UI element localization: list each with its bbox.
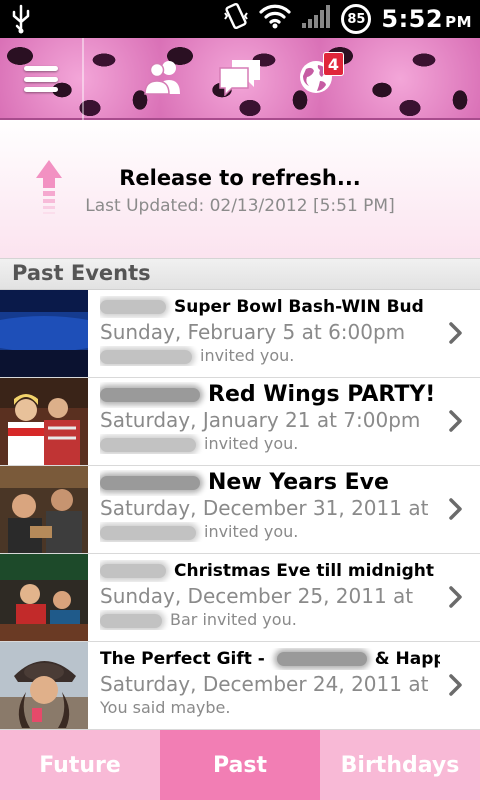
clock-time: 5:52 [381,5,444,33]
event-status-text: Bar invited you. [170,610,297,629]
tab-future[interactable]: Future [0,730,160,800]
chevron-right-icon [446,496,466,522]
battery-indicator: 85 [341,4,372,34]
messages-icon [218,58,262,100]
event-title: New Years Eve [100,470,440,496]
tab-birthdays[interactable]: Birthdays [320,730,480,800]
event-date: Sunday, December 25, 2011 at [100,584,414,608]
event-thumbnail [0,466,88,553]
event-date: Saturday, December 24, 2011 at [100,672,429,696]
pull-to-refresh-header: Release to refresh... Last Updated: 02/1… [0,120,480,258]
event-status: invited you. [100,434,440,454]
notifications-badge: 4 [322,52,344,76]
section-header: Past Events [0,258,480,290]
event-date: Saturday, January 21 at 7:00pm [100,408,421,432]
chevron-right-icon [446,672,466,698]
event-status: You said maybe. [100,698,231,717]
wifi-icon [259,3,291,36]
list-item[interactable]: Christmas Eve till midnight - Sunday, De… [0,554,480,642]
event-title-text: New Years Eve [208,470,389,495]
chevron-right-icon [446,408,466,434]
event-status-text: invited you. [204,522,299,541]
event-status: Bar invited you. [100,610,440,630]
tab-past[interactable]: Past [160,730,320,800]
chevron-right-icon [446,584,466,610]
event-date: Sunday, February 5 at 6:00pm [100,320,406,344]
event-status: invited you. [100,522,440,542]
list-item[interactable]: New Years Eve Saturday, December 31, 201… [0,466,480,554]
messages-button[interactable] [210,38,270,120]
refresh-last-updated: Last Updated: 02/13/2012 [5:51 PM] [85,196,395,216]
signal-icon [301,3,331,36]
event-title-text: Super Bowl Bash-WIN Bud [174,297,424,317]
vibrate-icon [223,1,249,38]
event-thumbnail [0,290,88,377]
notifications-button[interactable]: 4 [286,38,346,120]
event-status: invited you. [100,346,440,366]
action-bar-divider [82,38,84,120]
event-title: Red Wings PARTY! [100,382,440,408]
status-icons: 85 5:52 PM [223,0,472,38]
status-bar: 85 5:52 PM [0,0,480,38]
usb-icon [10,4,32,41]
events-list[interactable]: Super Bowl Bash-WIN Bud Sunday, February… [0,290,480,730]
friends-button[interactable] [134,38,194,120]
event-status-text: invited you. [204,434,299,453]
friends-icon [142,58,186,100]
list-item[interactable]: Super Bowl Bash-WIN Bud Sunday, February… [0,290,480,378]
event-title-prefix: The Perfect Gift - [100,649,265,669]
menu-icon [24,66,58,92]
status-clock: 5:52 PM [381,5,472,33]
event-thumbnail [0,554,88,641]
menu-button[interactable] [0,38,82,120]
event-title-text: Christmas Eve till midnight - [174,561,440,581]
clock-ampm: PM [445,13,472,31]
event-date: Saturday, December 31, 2011 at [100,496,429,520]
event-title: The Perfect Gift - & Happy [100,648,440,670]
chevron-right-icon [446,320,466,346]
event-title-text: Red Wings PARTY! [208,382,436,407]
list-item[interactable]: Red Wings PARTY! Saturday, January 21 at… [0,378,480,466]
section-title: Past Events [12,261,151,285]
event-thumbnail [0,642,88,729]
event-status-text: invited you. [200,346,295,365]
refresh-title: Release to refresh... [119,166,361,190]
event-title: Super Bowl Bash-WIN Bud [100,296,440,318]
list-item[interactable]: The Perfect Gift - & Happy Saturday, Dec… [0,642,480,730]
event-thumbnail [0,378,88,465]
event-title: Christmas Eve till midnight - [100,560,440,582]
action-bar: 4 [0,38,480,120]
bottom-tab-bar: Future Past Birthdays [0,730,480,800]
event-title-text: & Happy [374,649,440,669]
